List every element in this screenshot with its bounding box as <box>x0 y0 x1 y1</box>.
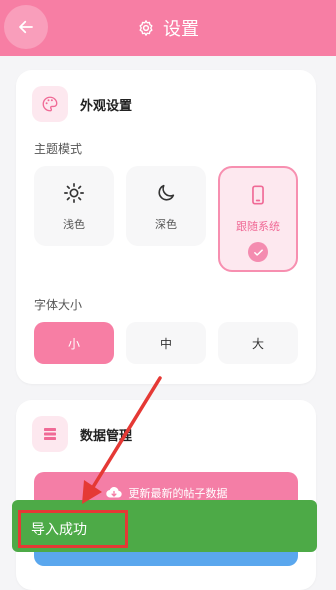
moon-icon <box>158 184 175 201</box>
font-size-small-option[interactable]: 小 <box>34 322 114 364</box>
palette-icon-wrap <box>32 86 68 122</box>
font-size-medium-option[interactable]: 中 <box>126 322 206 364</box>
update-posts-label: 更新最新的帖子数据 <box>128 487 228 500</box>
toast-notification: 导入成功 <box>12 500 317 552</box>
appearance-card: 外观设置 主题模式 浅色 深色 跟随系统 字体大小 小 中 大 <box>16 70 316 384</box>
phone-icon <box>252 185 264 205</box>
page-title-wrap: 设置 <box>0 14 336 42</box>
theme-dark-option[interactable]: 深色 <box>126 166 206 246</box>
appearance-title: 外观设置 <box>80 98 133 114</box>
selected-badge <box>248 242 268 262</box>
data-management-card: 数据管理 更新最新的帖子数据 <box>16 400 316 590</box>
font-size-label: 字体大小 <box>34 298 83 312</box>
page-title: 设置 <box>163 19 199 40</box>
toast-message: 导入成功 <box>18 510 128 548</box>
app-header: 设置 <box>0 0 336 56</box>
theme-light-label: 浅色 <box>63 218 85 231</box>
theme-system-label: 跟随系统 <box>236 220 280 233</box>
appearance-header: 外观设置 <box>32 86 132 122</box>
check-icon <box>253 248 263 256</box>
theme-system-option[interactable]: 跟随系统 <box>218 166 298 272</box>
gear-icon <box>139 20 153 36</box>
palette-icon <box>42 96 58 112</box>
database-icon <box>44 428 56 440</box>
font-size-large-option[interactable]: 大 <box>218 322 298 364</box>
data-management-header: 数据管理 <box>32 416 132 452</box>
database-icon-wrap <box>32 416 68 452</box>
theme-light-option[interactable]: 浅色 <box>34 166 114 246</box>
theme-dark-label: 深色 <box>155 218 177 231</box>
theme-mode-label: 主题模式 <box>34 142 83 156</box>
data-management-title: 数据管理 <box>80 428 133 444</box>
sun-icon <box>64 183 84 203</box>
